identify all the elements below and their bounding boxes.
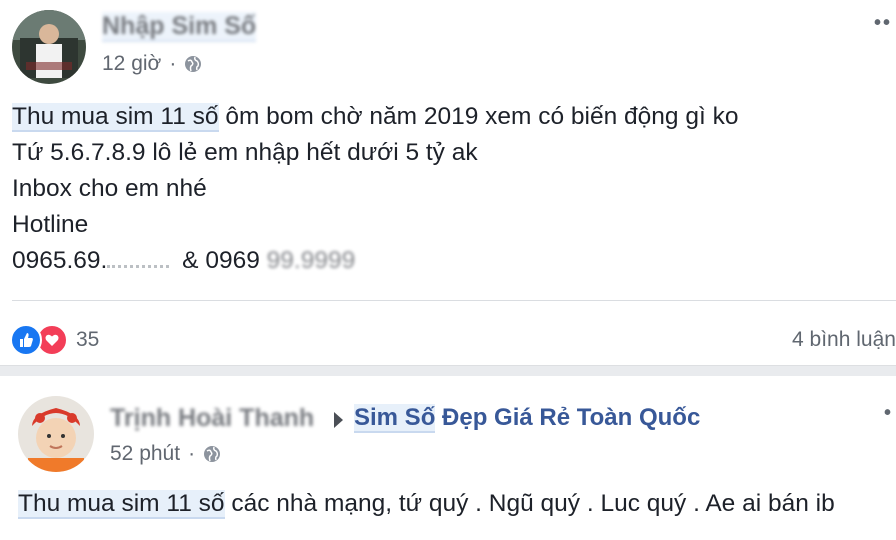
post-body: Thu mua sim 11 số ôm bom chờ năm 2019 xe… xyxy=(12,99,738,279)
post-line: Thu mua sim 11 số ôm bom chờ năm 2019 xe… xyxy=(12,99,738,135)
post-meta: 52 phút · xyxy=(110,442,221,466)
post-line: Tứ 5.6.7.8.9 lô lẻ em nhập hết dưới 5 tỷ… xyxy=(12,139,478,166)
meta-separator: · xyxy=(188,442,196,465)
reaction-count[interactable]: 35 xyxy=(76,328,99,352)
meta-separator: · xyxy=(169,52,177,75)
phone-line: 0965.69. & 0969 99.9999 xyxy=(12,243,738,279)
caret-right-icon xyxy=(334,412,343,428)
author-avatar[interactable] xyxy=(18,396,94,472)
post-line: Hotline xyxy=(12,211,89,238)
masked-digits xyxy=(107,255,170,268)
phone-number-a: 0965.69. xyxy=(12,247,108,274)
post-body: Thu mua sim 11 số các nhà mạng, tứ quý .… xyxy=(18,486,835,522)
phone-number-sep: & 0969 xyxy=(175,247,260,274)
post-card-1: Nhập Sim Số 12 giờ · •• Thu mua sim 11 s… xyxy=(0,0,896,366)
post-author-name[interactable]: Trịnh Hoài Thanh xyxy=(110,404,314,433)
post-time[interactable]: 52 phút xyxy=(110,442,180,466)
post-author-name-text[interactable]: Trịnh Hoài Thanh xyxy=(110,404,314,432)
post-line: Inbox cho em nhé xyxy=(12,175,207,202)
post-divider xyxy=(12,300,896,301)
more-options-icon[interactable]: • xyxy=(884,402,893,425)
group-link[interactable]: Sim Số Đẹp Giá Rẻ Toàn Quốc xyxy=(354,404,700,432)
author-avatar[interactable] xyxy=(12,10,86,84)
post-author-name-text[interactable]: Nhập Sim Số xyxy=(102,12,257,40)
more-options-icon[interactable]: •• xyxy=(874,12,892,35)
post-meta: 12 giờ · xyxy=(102,52,202,76)
post-time[interactable]: 12 giờ xyxy=(102,52,161,76)
post-line-text: ôm bom chờ năm 2019 xem có biến động gì … xyxy=(218,103,739,130)
post-line: Thu mua sim 11 số các nhà mạng, tứ quý .… xyxy=(18,486,835,522)
group-link-highlight[interactable]: Sim Số xyxy=(354,404,436,431)
post-card-2: Trịnh Hoài Thanh Sim Số Đẹp Giá Rẻ Toàn … xyxy=(0,376,896,540)
post-line-text: các nhà mạng, tứ quý . Ngũ quý . Luc quý… xyxy=(224,490,835,517)
phone-number-b: 99.9999 xyxy=(259,247,356,274)
group-link-text[interactable]: Đẹp Giá Rẻ Toàn Quốc xyxy=(435,404,700,431)
like-icon xyxy=(10,324,42,356)
globe-icon[interactable] xyxy=(203,445,221,463)
post-author-name[interactable]: Nhập Sim Số xyxy=(102,12,257,41)
comments-count[interactable]: 4 bình luận xyxy=(792,328,896,352)
hashtag-highlight[interactable]: Thu mua sim 11 số xyxy=(12,103,219,130)
hashtag-highlight[interactable]: Thu mua sim 11 số xyxy=(18,490,225,517)
globe-icon[interactable] xyxy=(184,55,202,73)
reaction-summary[interactable]: 35 xyxy=(10,324,99,356)
